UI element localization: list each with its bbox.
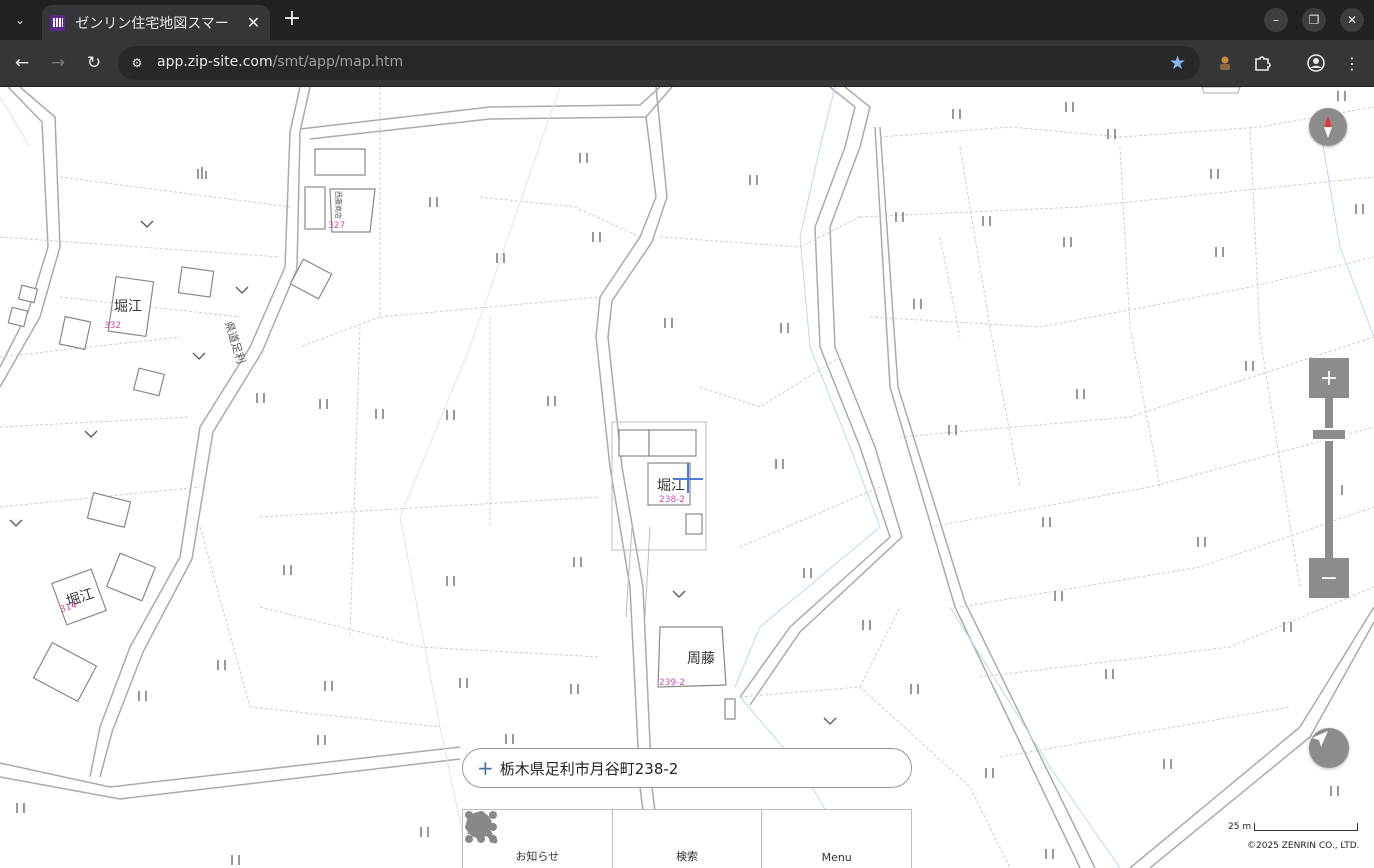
zoom-slider-track[interactable] [1325,398,1333,558]
menu-label: Menu [821,851,852,864]
search-button[interactable]: 検索 [466,810,763,868]
bottom-navigation: お知らせ 検索 Menu [462,809,912,868]
browser-toolbar: ← → ↻ ⚙ app.zip-site.com/smt/app/map.htm… [0,40,1374,87]
profile-avatar-icon[interactable] [1305,52,1327,74]
house-label-shuto-239-2[interactable]: 周藤 [687,648,715,668]
house-number-239-2: 239-2 [659,678,686,688]
reload-icon[interactable]: ↻ [82,51,106,75]
crosshair-plus-icon: + [477,756,494,780]
house-number-238-2: 238-2 [659,495,686,505]
menu-button[interactable]: Menu [465,810,911,868]
browser-tab-bar: ⌄ ゼンリン住宅地図スマー ✕ + – ❐ ✕ [0,0,1374,40]
restore-window-icon[interactable]: ❐ [1302,8,1326,32]
small-building-label: 西藤商店 [334,191,342,219]
search-icon [466,812,709,846]
address-text: 栃木県足利市月谷町238-2 [499,759,679,778]
back-arrow-icon[interactable]: ← [10,51,34,75]
navigation-arrow-icon [1312,731,1328,747]
map-canvas[interactable]: 県道足利 西藤商店 堀江 332 327 堀江 314 堀江 238-2 周藤 … [0,87,1374,868]
browser-menu-kebab-icon[interactable]: ⋮ [1341,52,1363,74]
extension-agent-icon[interactable] [1214,52,1236,74]
url-text[interactable]: app.zip-site.com/smt/app/map.htm [157,54,403,70]
tab-search-chevron-icon[interactable]: ⌄ [6,7,34,33]
zoom-slider-handle[interactable] [1311,428,1347,441]
address-omnibox[interactable]: ⚙ app.zip-site.com/smt/app/map.htm ★ [118,46,1200,80]
url-path: /smt/app/map.htm [272,54,404,70]
map-copyright: ©2025 ZENRIN CO., LTD. [1247,841,1360,851]
extensions-puzzle-icon[interactable] [1251,52,1273,74]
zenrin-favicon-icon [50,14,66,31]
grid-menu-icon [465,811,859,849]
tab-title: ゼンリン住宅地図スマー [75,15,229,32]
minimize-window-icon[interactable]: – [1264,8,1288,32]
bell-icon [467,812,559,846]
site-info-tune-icon[interactable]: ⚙ [128,54,146,72]
center-crosshair-vertical [687,463,689,493]
map-scale-text: 25 m [1228,822,1252,832]
address-display-bar[interactable]: + 栃木県足利市月谷町238-2 [462,748,912,788]
new-tab-plus-icon[interactable]: + [280,8,304,32]
search-label: 検索 [676,850,698,863]
zoom-in-button[interactable]: + [1309,358,1349,398]
forward-arrow-icon[interactable]: → [46,51,70,75]
map-scale-bar [1254,823,1358,831]
close-window-icon[interactable]: ✕ [1340,8,1364,32]
zoom-out-button[interactable]: − [1309,558,1349,598]
tab-close-icon[interactable]: ✕ [245,13,262,32]
bookmark-star-icon[interactable]: ★ [1169,52,1186,74]
notifications-label: お知らせ [515,850,560,863]
house-number-327: 327 [328,221,346,231]
browser-tab[interactable]: ゼンリン住宅地図スマー ✕ [42,5,270,40]
compass-north-icon[interactable] [1309,108,1347,146]
house-number-332: 332 [104,321,122,331]
current-location-button[interactable] [1309,728,1349,768]
house-label-horie-332[interactable]: 堀江 [114,296,142,316]
url-host: app.zip-site.com [157,54,273,70]
